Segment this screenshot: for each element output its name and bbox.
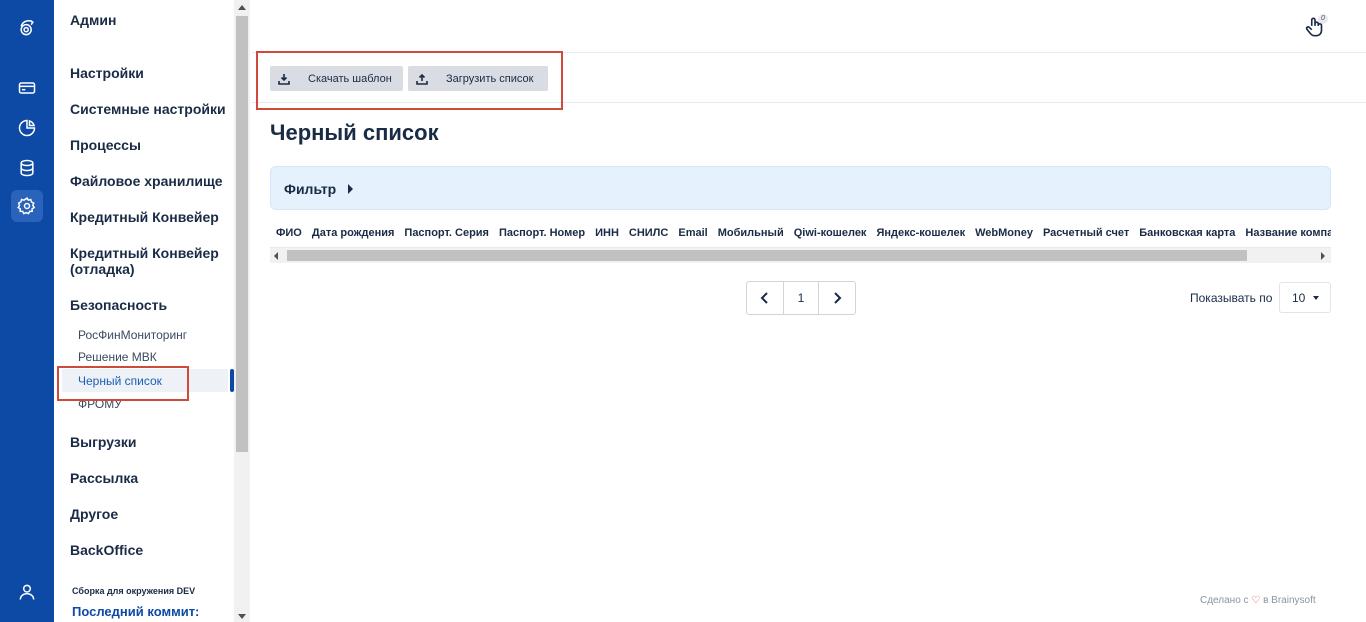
sidebar-item-settings[interactable]: Настройки — [70, 65, 144, 81]
table-column-header[interactable]: Мобильный — [713, 220, 789, 246]
top-bar: 0 — [252, 0, 1366, 53]
table-column-header[interactable]: Паспорт. Номер — [494, 220, 590, 246]
next-page-button[interactable] — [819, 282, 855, 314]
table-horizontal-scrollbar[interactable] — [270, 248, 1331, 263]
footer-text-before: Сделано с — [1200, 595, 1249, 606]
scroll-right-arrow-icon[interactable] — [1321, 252, 1325, 260]
chart-pie-icon[interactable] — [11, 112, 43, 144]
sidebar-item-system-settings[interactable]: Системные настройки — [70, 101, 226, 117]
user-icon[interactable] — [11, 576, 43, 608]
table-column-header[interactable]: Яндекс-кошелек — [871, 220, 970, 246]
sidebar-highlight-box — [57, 366, 189, 401]
card-icon[interactable] — [11, 72, 43, 104]
database-icon[interactable] — [11, 152, 43, 184]
per-page-select[interactable]: 10 — [1279, 282, 1331, 313]
table-column-header[interactable]: ФИО — [271, 220, 307, 246]
footer-text-after: в Brainysoft — [1263, 595, 1316, 606]
blacklist-table: ФИО Дата рождения Паспорт. Серия Паспорт. Н… — [270, 220, 1331, 248]
caret-right-icon — [348, 184, 353, 194]
build-environment-label: Сборка для окружения DEV — [72, 586, 196, 596]
table-column-header[interactable]: Название компании — [1240, 220, 1331, 246]
sidebar-item-exports[interactable]: Выгрузки — [70, 434, 136, 450]
last-commit-label: Последний коммит: — [72, 604, 200, 619]
scroll-left-arrow-icon[interactable] — [274, 252, 278, 260]
icon-rail — [0, 0, 54, 622]
sidebar-item-file-storage[interactable]: Файловое хранилище — [70, 173, 223, 189]
gear-icon[interactable] — [11, 190, 43, 222]
sidebar-item-mailing[interactable]: Рассылка — [70, 470, 138, 486]
chevron-right-icon — [834, 292, 842, 304]
sidebar-subitem-rosfinmonitoring[interactable]: РосФинМониторинг — [78, 328, 187, 342]
sidebar-item-backoffice[interactable]: BackOffice — [70, 542, 143, 558]
sidebar-item-credit-pipeline[interactable]: Кредитный Конвейер — [70, 209, 219, 225]
sidebar-title: Админ — [70, 12, 117, 28]
table-header-row: ФИО Дата рождения Паспорт. Серия Паспорт. Н… — [271, 220, 1331, 246]
logo-icon[interactable] — [11, 12, 43, 44]
pagination: 1 — [746, 281, 856, 315]
sidebar-subitem-mvk-decision[interactable]: Решение МВК — [78, 350, 157, 364]
sidebar-item-credit-pipeline-debug[interactable]: Кредитный Конвейер (отладка) — [70, 245, 230, 277]
table-scrollbar-thumb[interactable] — [287, 250, 1247, 261]
filter-panel[interactable]: Фильтр — [270, 166, 1331, 210]
per-page-value: 10 — [1292, 290, 1306, 305]
table-column-header[interactable]: Qiwi-кошелек — [789, 220, 872, 246]
scroll-down-arrow-icon[interactable] — [238, 614, 246, 619]
chevron-down-icon — [1313, 296, 1319, 300]
chevron-left-icon — [760, 292, 768, 304]
table-column-header[interactable]: Дата рождения — [307, 220, 400, 246]
table-column-header[interactable]: ИНН — [590, 220, 624, 246]
sidebar-scrollbar-thumb[interactable] — [236, 16, 248, 452]
table-column-header[interactable]: Расчетный счет — [1038, 220, 1134, 246]
prev-page-button[interactable] — [747, 282, 783, 314]
sidebar-item-other[interactable]: Другое — [70, 506, 118, 522]
table-column-header[interactable]: СНИЛС — [624, 220, 673, 246]
filter-label: Фильтр — [284, 181, 337, 197]
table-column-header[interactable]: Банковская карта — [1134, 220, 1240, 246]
sidebar-item-security[interactable]: Безопасность — [70, 297, 167, 313]
scroll-up-arrow-icon[interactable] — [238, 5, 246, 10]
page-number-button[interactable]: 1 — [783, 282, 819, 314]
sidebar-menu: Админ Настройки Системные настройки Проц… — [54, 0, 236, 622]
per-page-label: Показывать по — [1190, 291, 1273, 305]
table-column-header[interactable]: Email — [673, 220, 712, 246]
table-column-header[interactable]: WebMoney — [970, 220, 1038, 246]
table-column-header[interactable]: Паспорт. Серия — [399, 220, 494, 246]
footer-credit: Сделано с ♡ в Brainysoft — [1200, 595, 1316, 606]
page-title: Черный список — [270, 120, 439, 145]
sidebar-item-processes[interactable]: Процессы — [70, 137, 141, 153]
toolbar-highlight-box — [256, 51, 563, 110]
notification-badge: 0 — [1318, 14, 1328, 24]
heart-icon: ♡ — [1251, 595, 1261, 606]
